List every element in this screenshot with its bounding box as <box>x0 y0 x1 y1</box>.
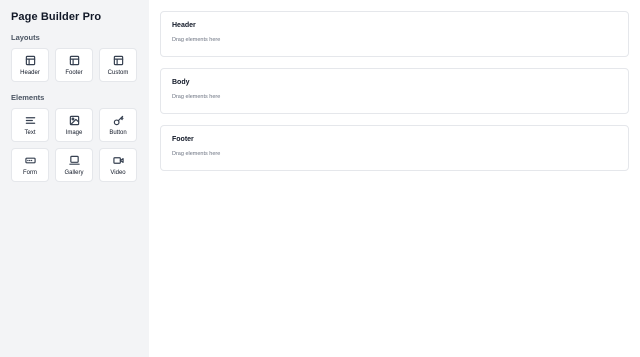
video-camera-icon <box>112 155 124 166</box>
element-tile-label: Video <box>110 169 126 176</box>
gallery-icon <box>68 155 80 166</box>
layout-tile-header[interactable]: Header <box>11 48 49 82</box>
text-lines-icon <box>25 115 36 126</box>
drop-zone-title: Body <box>172 79 190 86</box>
layouts-section-title: Layouts <box>11 33 40 42</box>
button-click-icon <box>113 115 124 126</box>
drop-zone-hint: Drag elements here <box>172 37 221 43</box>
sidebar: Page Builder Pro Layouts Header Footer C… <box>0 0 149 357</box>
layout-tile-custom[interactable]: Custom <box>99 48 137 82</box>
element-tile-video[interactable]: Video <box>99 148 137 182</box>
element-tile-form[interactable]: Form <box>11 148 49 182</box>
layout-header-icon <box>25 55 36 66</box>
element-tile-label: Gallery <box>64 169 84 176</box>
drop-zone-body[interactable]: Body Drag elements here <box>160 68 629 114</box>
element-tile-image[interactable]: Image <box>55 108 93 142</box>
form-input-icon <box>24 155 36 166</box>
layout-tile-label: Custom <box>107 69 129 76</box>
elements-grid: Text Image Button Form Gallery Video <box>11 108 138 182</box>
element-tile-label: Image <box>65 129 83 136</box>
layout-tile-footer[interactable]: Footer <box>55 48 93 82</box>
image-icon <box>69 115 80 126</box>
layout-footer-icon <box>69 55 80 66</box>
element-tile-label: Button <box>109 129 127 136</box>
drop-zone-hint: Drag elements here <box>172 151 221 157</box>
app-title: Page Builder Pro <box>11 11 102 23</box>
canvas: Header Drag elements here Body Drag elem… <box>149 0 640 357</box>
layout-custom-icon <box>113 55 124 66</box>
element-tile-label: Form <box>23 169 37 176</box>
layouts-grid: Header Footer Custom <box>11 48 138 82</box>
drop-zone-title: Header <box>172 22 196 29</box>
drop-zone-hint: Drag elements here <box>172 94 221 100</box>
drop-zone-title: Footer <box>172 136 194 143</box>
elements-section-title: Elements <box>11 93 45 102</box>
drop-zone-footer[interactable]: Footer Drag elements here <box>160 125 629 171</box>
element-tile-text[interactable]: Text <box>11 108 49 142</box>
drop-zone-header[interactable]: Header Drag elements here <box>160 11 629 57</box>
layout-tile-label: Header <box>20 69 40 76</box>
element-tile-label: Text <box>24 129 36 136</box>
element-tile-gallery[interactable]: Gallery <box>55 148 93 182</box>
layout-tile-label: Footer <box>65 69 83 76</box>
element-tile-button[interactable]: Button <box>99 108 137 142</box>
